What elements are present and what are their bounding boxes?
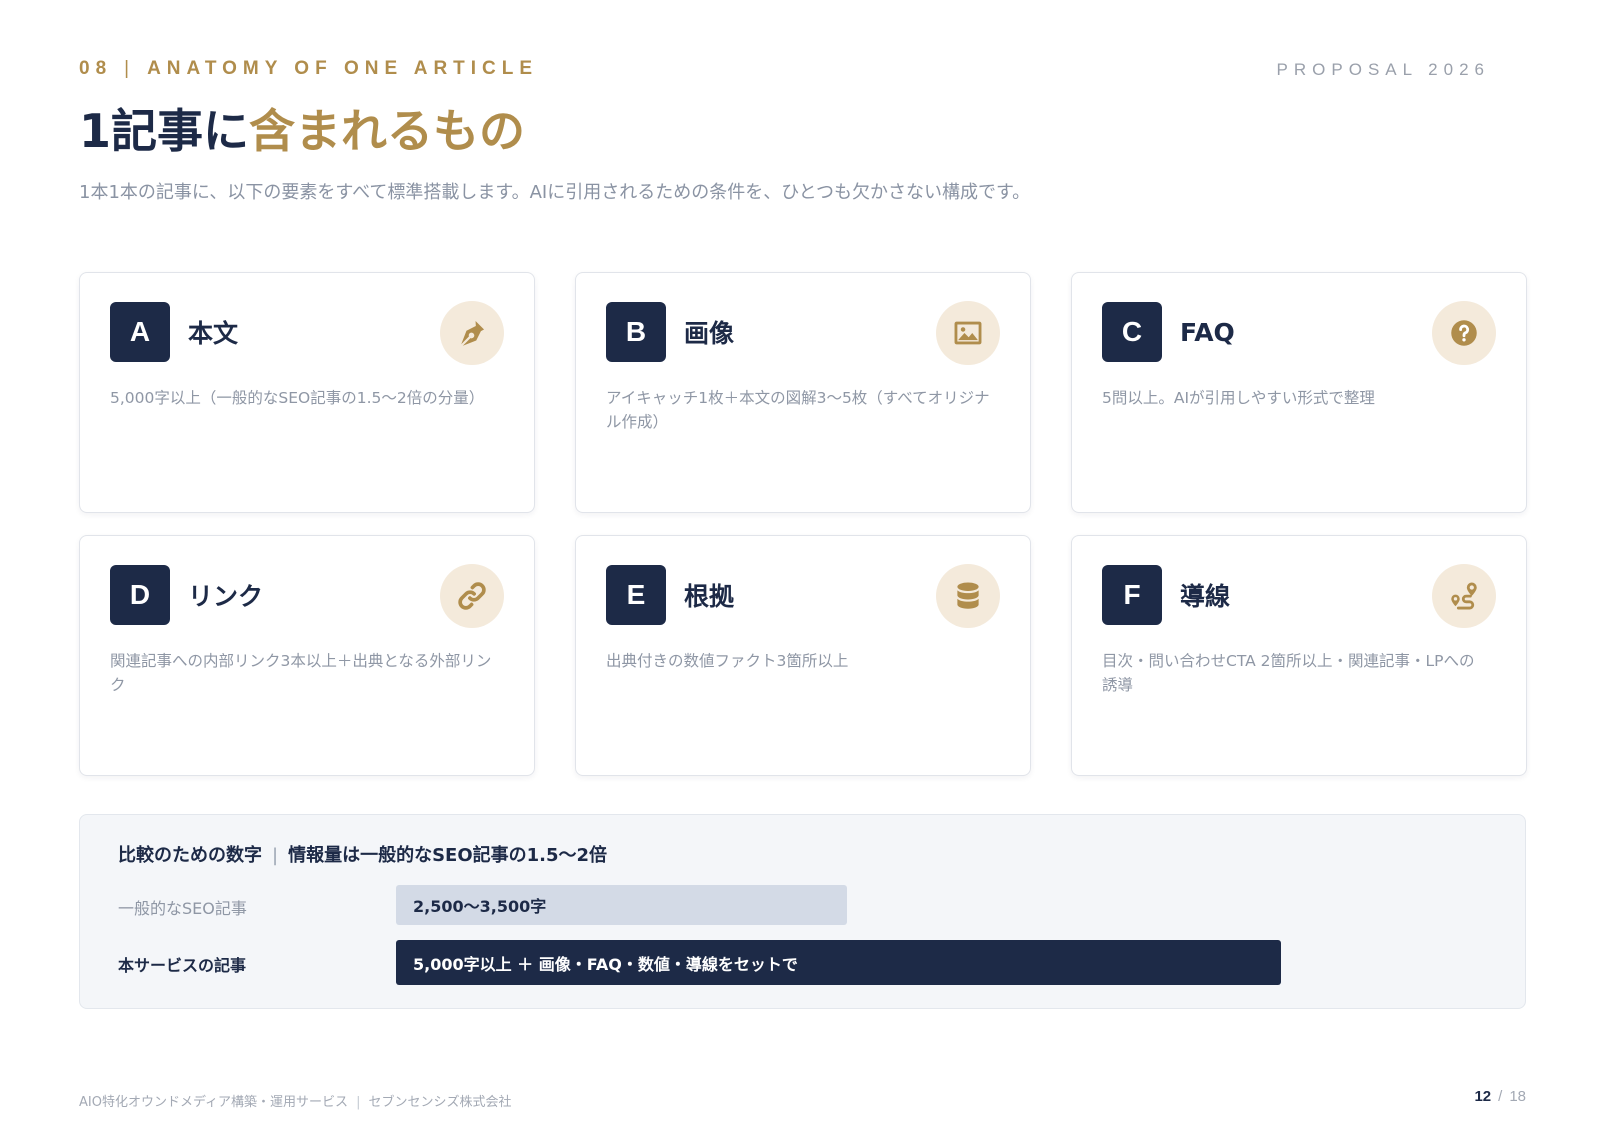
page-title: 1記事に含まれるもの: [79, 95, 525, 161]
card-title: FAQ: [1180, 317, 1235, 347]
card-letter: F: [1102, 565, 1162, 625]
section-number: 08: [79, 58, 113, 79]
comparison-bar-normal: 2,500〜3,500字: [396, 885, 847, 925]
card-letter: D: [110, 565, 170, 625]
comparison-headline: 情報量は一般的なSEO記事の1.5〜2倍: [288, 845, 608, 866]
proposal-label: PROPOSAL 2026: [1276, 60, 1490, 79]
card-description: 関連記事への内部リンク3本以上＋出典となる外部リンク: [110, 652, 492, 694]
element-cards: A 本文 5,000字以上（一般的なSEO記事の1.5〜2倍の分量） B 画像 …: [79, 272, 1527, 776]
card-title: 根拠: [684, 582, 735, 611]
card-image: B 画像 アイキャッチ1枚＋本文の図解3〜5枚（すべてオリジナル作成）: [575, 272, 1031, 513]
page-subtitle: 1本1本の記事に、以下の要素をすべて標準搭載します。AIに引用されるための条件を…: [79, 182, 1031, 203]
card-evidence: E 根拠 出典付きの数値ファクト3箇所以上: [575, 535, 1031, 776]
card-title: 本文: [188, 319, 239, 348]
question-circle-icon: [1432, 301, 1496, 365]
link-icon: [440, 564, 504, 628]
comparison-bar-ours: 5,000字以上 ＋ 画像・FAQ・数値・導線をセットで: [396, 940, 1281, 985]
card-description: 出典付きの数値ファクト3箇所以上: [606, 652, 849, 670]
database-icon: [936, 564, 1000, 628]
image-icon: [936, 301, 1000, 365]
card-title: リンク: [188, 582, 264, 611]
card-funnel: F 導線 目次・問い合わせCTA 2箇所以上・関連記事・LPへの誘導: [1071, 535, 1527, 776]
card-link: D リンク 関連記事への内部リンク3本以上＋出典となる外部リンク: [79, 535, 535, 776]
card-title: 画像: [684, 319, 735, 348]
section-label: 08 | ANATOMY OF ONE ARTICLE: [79, 58, 539, 79]
route-icon: [1432, 564, 1496, 628]
card-description: 目次・問い合わせCTA 2箇所以上・関連記事・LPへの誘導: [1102, 652, 1475, 694]
title-main: 1記事に: [79, 104, 250, 158]
card-letter: A: [110, 302, 170, 362]
card-body-text: A 本文 5,000字以上（一般的なSEO記事の1.5〜2倍の分量）: [79, 272, 535, 513]
card-letter: C: [1102, 302, 1162, 362]
card-description: 5,000字以上（一般的なSEO記事の1.5〜2倍の分量）: [110, 389, 485, 407]
page-number: 12/18: [1474, 1088, 1526, 1105]
card-letter: E: [606, 565, 666, 625]
card-title: 導線: [1180, 582, 1231, 611]
card-letter: B: [606, 302, 666, 362]
pen-nib-icon: [440, 301, 504, 365]
card-description: 5問以上。AIが引用しやすい形式で整理: [1102, 389, 1375, 407]
card-description: アイキャッチ1枚＋本文の図解3〜5枚（すべてオリジナル作成）: [606, 389, 990, 431]
comparison-label-ours: 本サービスの記事: [118, 956, 247, 975]
footer-service: AIO特化オウンドメディア構築・運用サービス | セブンセンシズ株式会社: [79, 1095, 512, 1110]
section-title: ANATOMY OF ONE ARTICLE: [147, 58, 539, 79]
comparison-title: 比較のための数字 | 情報量は一般的なSEO記事の1.5〜2倍: [118, 845, 608, 866]
comparison-label-normal: 一般的なSEO記事: [118, 899, 247, 918]
card-faq: C FAQ 5問以上。AIが引用しやすい形式で整理: [1071, 272, 1527, 513]
comparison-panel: 比較のための数字 | 情報量は一般的なSEO記事の1.5〜2倍 一般的なSEO記事 …: [79, 814, 1526, 1009]
title-accent: 含まれるもの: [249, 104, 526, 158]
